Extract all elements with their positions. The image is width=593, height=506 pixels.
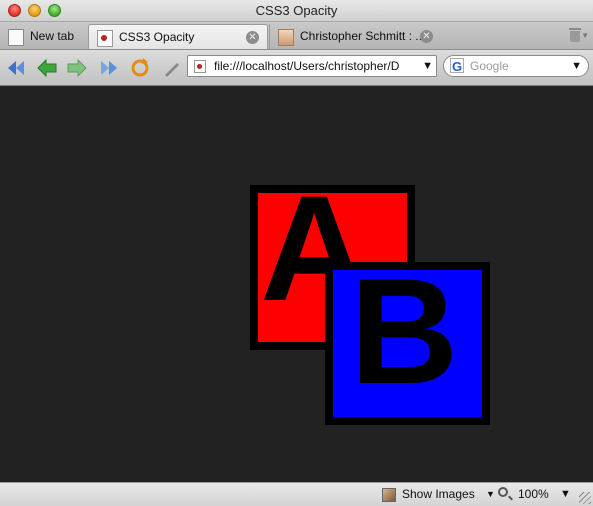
show-images-button[interactable]: Show Images: [402, 483, 475, 506]
zoom-level[interactable]: 100%: [518, 485, 549, 503]
page-content: A B: [0, 86, 593, 482]
tab-bar: New tab CSS3 Opacity ✕ Christopher Schmi…: [0, 22, 593, 50]
search-bar[interactable]: G Google ▼: [443, 55, 589, 77]
back-arrow-icon[interactable]: [35, 56, 59, 80]
tab-christopher-schmitt[interactable]: Christopher Schmitt : ... ✕: [269, 24, 441, 49]
trash-icon[interactable]: ▼: [569, 28, 589, 42]
tab-new-tab[interactable]: New tab: [0, 24, 86, 49]
chevron-down-icon: ▼: [581, 31, 589, 40]
title-bar: CSS3 Opacity: [0, 0, 593, 22]
chevron-down-icon[interactable]: ▼: [486, 483, 495, 506]
chevron-down-icon[interactable]: ▼: [560, 485, 571, 503]
chevron-down-icon[interactable]: ▼: [571, 56, 582, 76]
reload-icon[interactable]: [128, 56, 152, 80]
url-field[interactable]: file:///localhost/Users/christopher/D: [214, 56, 419, 76]
address-bar[interactable]: file:///localhost/Users/christopher/D ▼: [187, 55, 437, 77]
pencil-icon[interactable]: [160, 56, 184, 80]
new-tab-icon: [8, 29, 24, 46]
zoom-control[interactable]: 100% ▼: [496, 485, 576, 503]
page-icon: [194, 60, 206, 73]
status-bar: Show Images ▼ 100% ▼: [0, 482, 593, 506]
fast-forward-icon[interactable]: [97, 56, 121, 80]
google-icon[interactable]: G: [450, 58, 464, 74]
chevron-down-icon[interactable]: ▼: [422, 56, 433, 76]
tab-label: Christopher Schmitt : ...: [300, 29, 426, 43]
close-tab-icon[interactable]: ✕: [420, 30, 433, 43]
forward-arrow-icon[interactable]: [65, 56, 89, 80]
window-title: CSS3 Opacity: [255, 3, 338, 18]
tab-label: New tab: [30, 29, 75, 43]
box-b: B: [325, 262, 490, 425]
search-input[interactable]: Google: [470, 56, 509, 76]
rewind-icon[interactable]: [4, 56, 28, 80]
avatar-icon: [278, 29, 294, 46]
magnifier-icon: [498, 487, 508, 497]
resize-grip-icon[interactable]: [579, 492, 591, 504]
page-icon: [97, 30, 113, 47]
navigation-toolbar: file:///localhost/Users/christopher/D ▼ …: [0, 50, 593, 86]
letter-b: B: [350, 262, 459, 415]
close-tab-icon[interactable]: ✕: [246, 31, 259, 44]
image-icon[interactable]: [382, 488, 396, 502]
tab-css3-opacity[interactable]: CSS3 Opacity ✕: [88, 24, 268, 49]
tab-label: CSS3 Opacity: [119, 30, 195, 44]
